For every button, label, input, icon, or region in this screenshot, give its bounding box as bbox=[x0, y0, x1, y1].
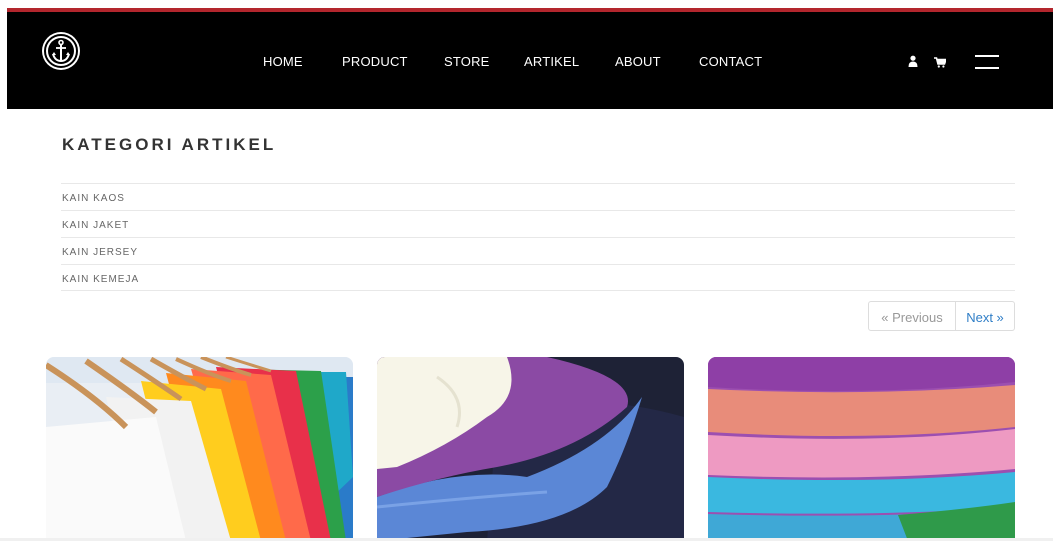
kategori-list: KAIN KAOS KAIN JAKET KAIN JERSEY KAIN KE… bbox=[61, 183, 1015, 291]
kategori-item-kaos[interactable]: KAIN KAOS bbox=[61, 183, 1015, 210]
nav-home[interactable]: HOME bbox=[263, 54, 303, 69]
anchor-logo-icon[interactable] bbox=[42, 32, 80, 70]
kategori-item-kemeja[interactable]: KAIN KEMEJA bbox=[61, 264, 1015, 291]
article-card-image-fleece[interactable] bbox=[377, 357, 684, 541]
top-strip bbox=[7, 0, 1053, 8]
user-icon[interactable] bbox=[908, 54, 918, 72]
pagination: « Previous Next » bbox=[868, 301, 1015, 331]
previous-page-button[interactable]: « Previous bbox=[868, 301, 956, 331]
nav-about[interactable]: ABOUT bbox=[615, 54, 661, 69]
nav-store[interactable]: STORE bbox=[444, 54, 490, 69]
article-card-image-fabric-stack[interactable] bbox=[708, 357, 1015, 541]
kategori-item-jersey[interactable]: KAIN JERSEY bbox=[61, 237, 1015, 264]
next-page-button[interactable]: Next » bbox=[956, 301, 1015, 331]
kategori-title: KATEGORI ARTIKEL bbox=[62, 135, 277, 154]
article-card-image-tshirts[interactable] bbox=[46, 357, 353, 541]
kategori-item-jaket[interactable]: KAIN JAKET bbox=[61, 210, 1015, 237]
nav-product[interactable]: PRODUCT bbox=[342, 54, 408, 69]
site-header: HOME PRODUCT STORE ARTIKEL ABOUT CONTACT bbox=[7, 8, 1053, 109]
cart-icon[interactable] bbox=[934, 55, 948, 73]
nav-contact[interactable]: CONTACT bbox=[699, 54, 762, 69]
hamburger-menu-icon[interactable] bbox=[975, 55, 999, 69]
nav-artikel[interactable]: ARTIKEL bbox=[524, 54, 579, 69]
